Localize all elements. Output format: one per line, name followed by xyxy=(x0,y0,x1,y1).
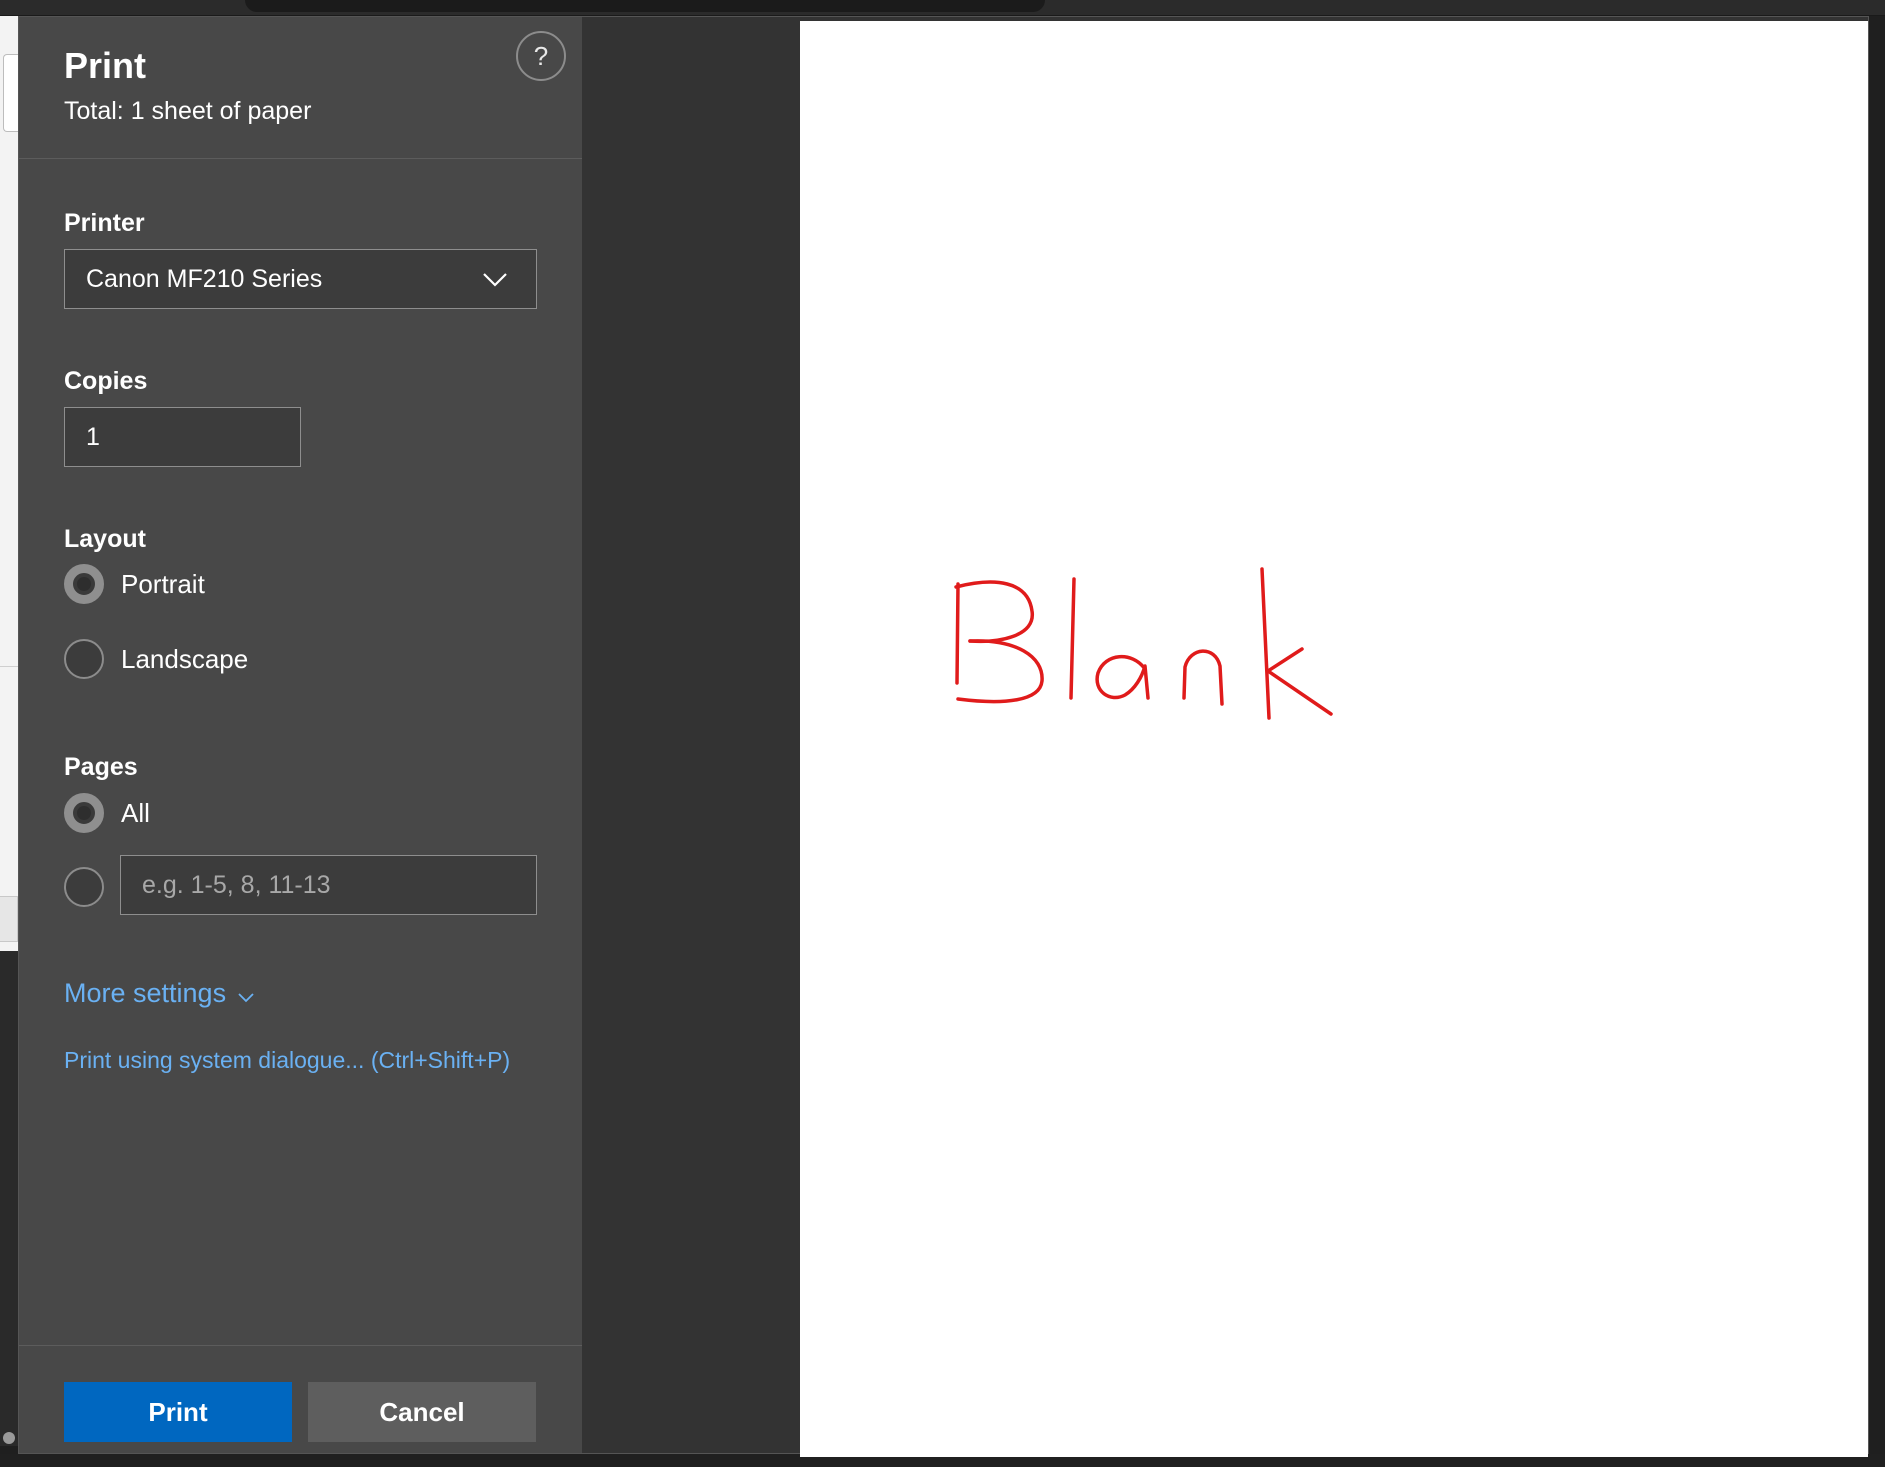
print-button[interactable]: Print xyxy=(64,1382,292,1442)
background-field xyxy=(3,54,18,132)
printer-select[interactable]: Canon MF210 Series xyxy=(64,249,537,309)
background-page xyxy=(0,16,18,951)
pages-all-label: All xyxy=(121,797,150,828)
chevron-down-icon xyxy=(483,273,507,287)
pages-all-radio[interactable] xyxy=(64,793,104,833)
pages-option-custom[interactable] xyxy=(64,866,104,908)
help-button[interactable]: ? xyxy=(516,31,566,81)
more-settings-label: More settings xyxy=(64,978,227,1008)
background-button xyxy=(0,896,18,942)
background-divider xyxy=(0,666,18,667)
more-settings-link[interactable]: More settings xyxy=(64,978,256,1009)
copies-label: Copies xyxy=(64,367,148,395)
printer-selected-value: Canon MF210 Series xyxy=(86,264,323,293)
portrait-label: Portrait xyxy=(121,568,205,599)
copies-input[interactable] xyxy=(64,407,301,467)
panel-footer: Print Cancel xyxy=(19,1345,582,1455)
background-address-bar xyxy=(245,0,1045,12)
pages-label: Pages xyxy=(64,753,138,781)
portrait-radio[interactable] xyxy=(64,564,104,604)
landscape-label: Landscape xyxy=(121,643,249,674)
background-app-strip xyxy=(0,16,18,1446)
layout-option-portrait[interactable]: Portrait xyxy=(64,563,205,605)
sheet-count: Total: 1 sheet of paper xyxy=(64,97,312,125)
handwritten-blank-drawing xyxy=(954,567,1333,720)
dialog-title: Print xyxy=(64,45,147,86)
background-titlebar xyxy=(0,0,1885,16)
chevron-down-icon xyxy=(238,992,254,1002)
help-icon: ? xyxy=(533,40,549,71)
pages-range-input[interactable] xyxy=(120,855,537,915)
panel-header: Print Total: 1 sheet of paper ? xyxy=(19,17,582,159)
pages-option-all[interactable]: All xyxy=(64,792,150,834)
layout-option-landscape[interactable]: Landscape xyxy=(64,638,248,680)
pages-custom-radio[interactable] xyxy=(64,867,104,907)
background-scroll-dot xyxy=(3,1432,15,1444)
system-dialog-link[interactable]: Print using system dialogue... (Ctrl+Shi… xyxy=(64,1047,510,1074)
settings-panel: Print Total: 1 sheet of paper ? Printer … xyxy=(19,17,582,1453)
cancel-button[interactable]: Cancel xyxy=(308,1382,536,1442)
layout-label: Layout xyxy=(64,525,146,553)
landscape-radio[interactable] xyxy=(64,639,104,679)
printer-label: Printer xyxy=(64,209,145,237)
print-dialog: Print Total: 1 sheet of paper ? Printer … xyxy=(18,16,1869,1457)
preview-area[interactable] xyxy=(582,17,1868,1457)
preview-page xyxy=(800,21,1868,1457)
